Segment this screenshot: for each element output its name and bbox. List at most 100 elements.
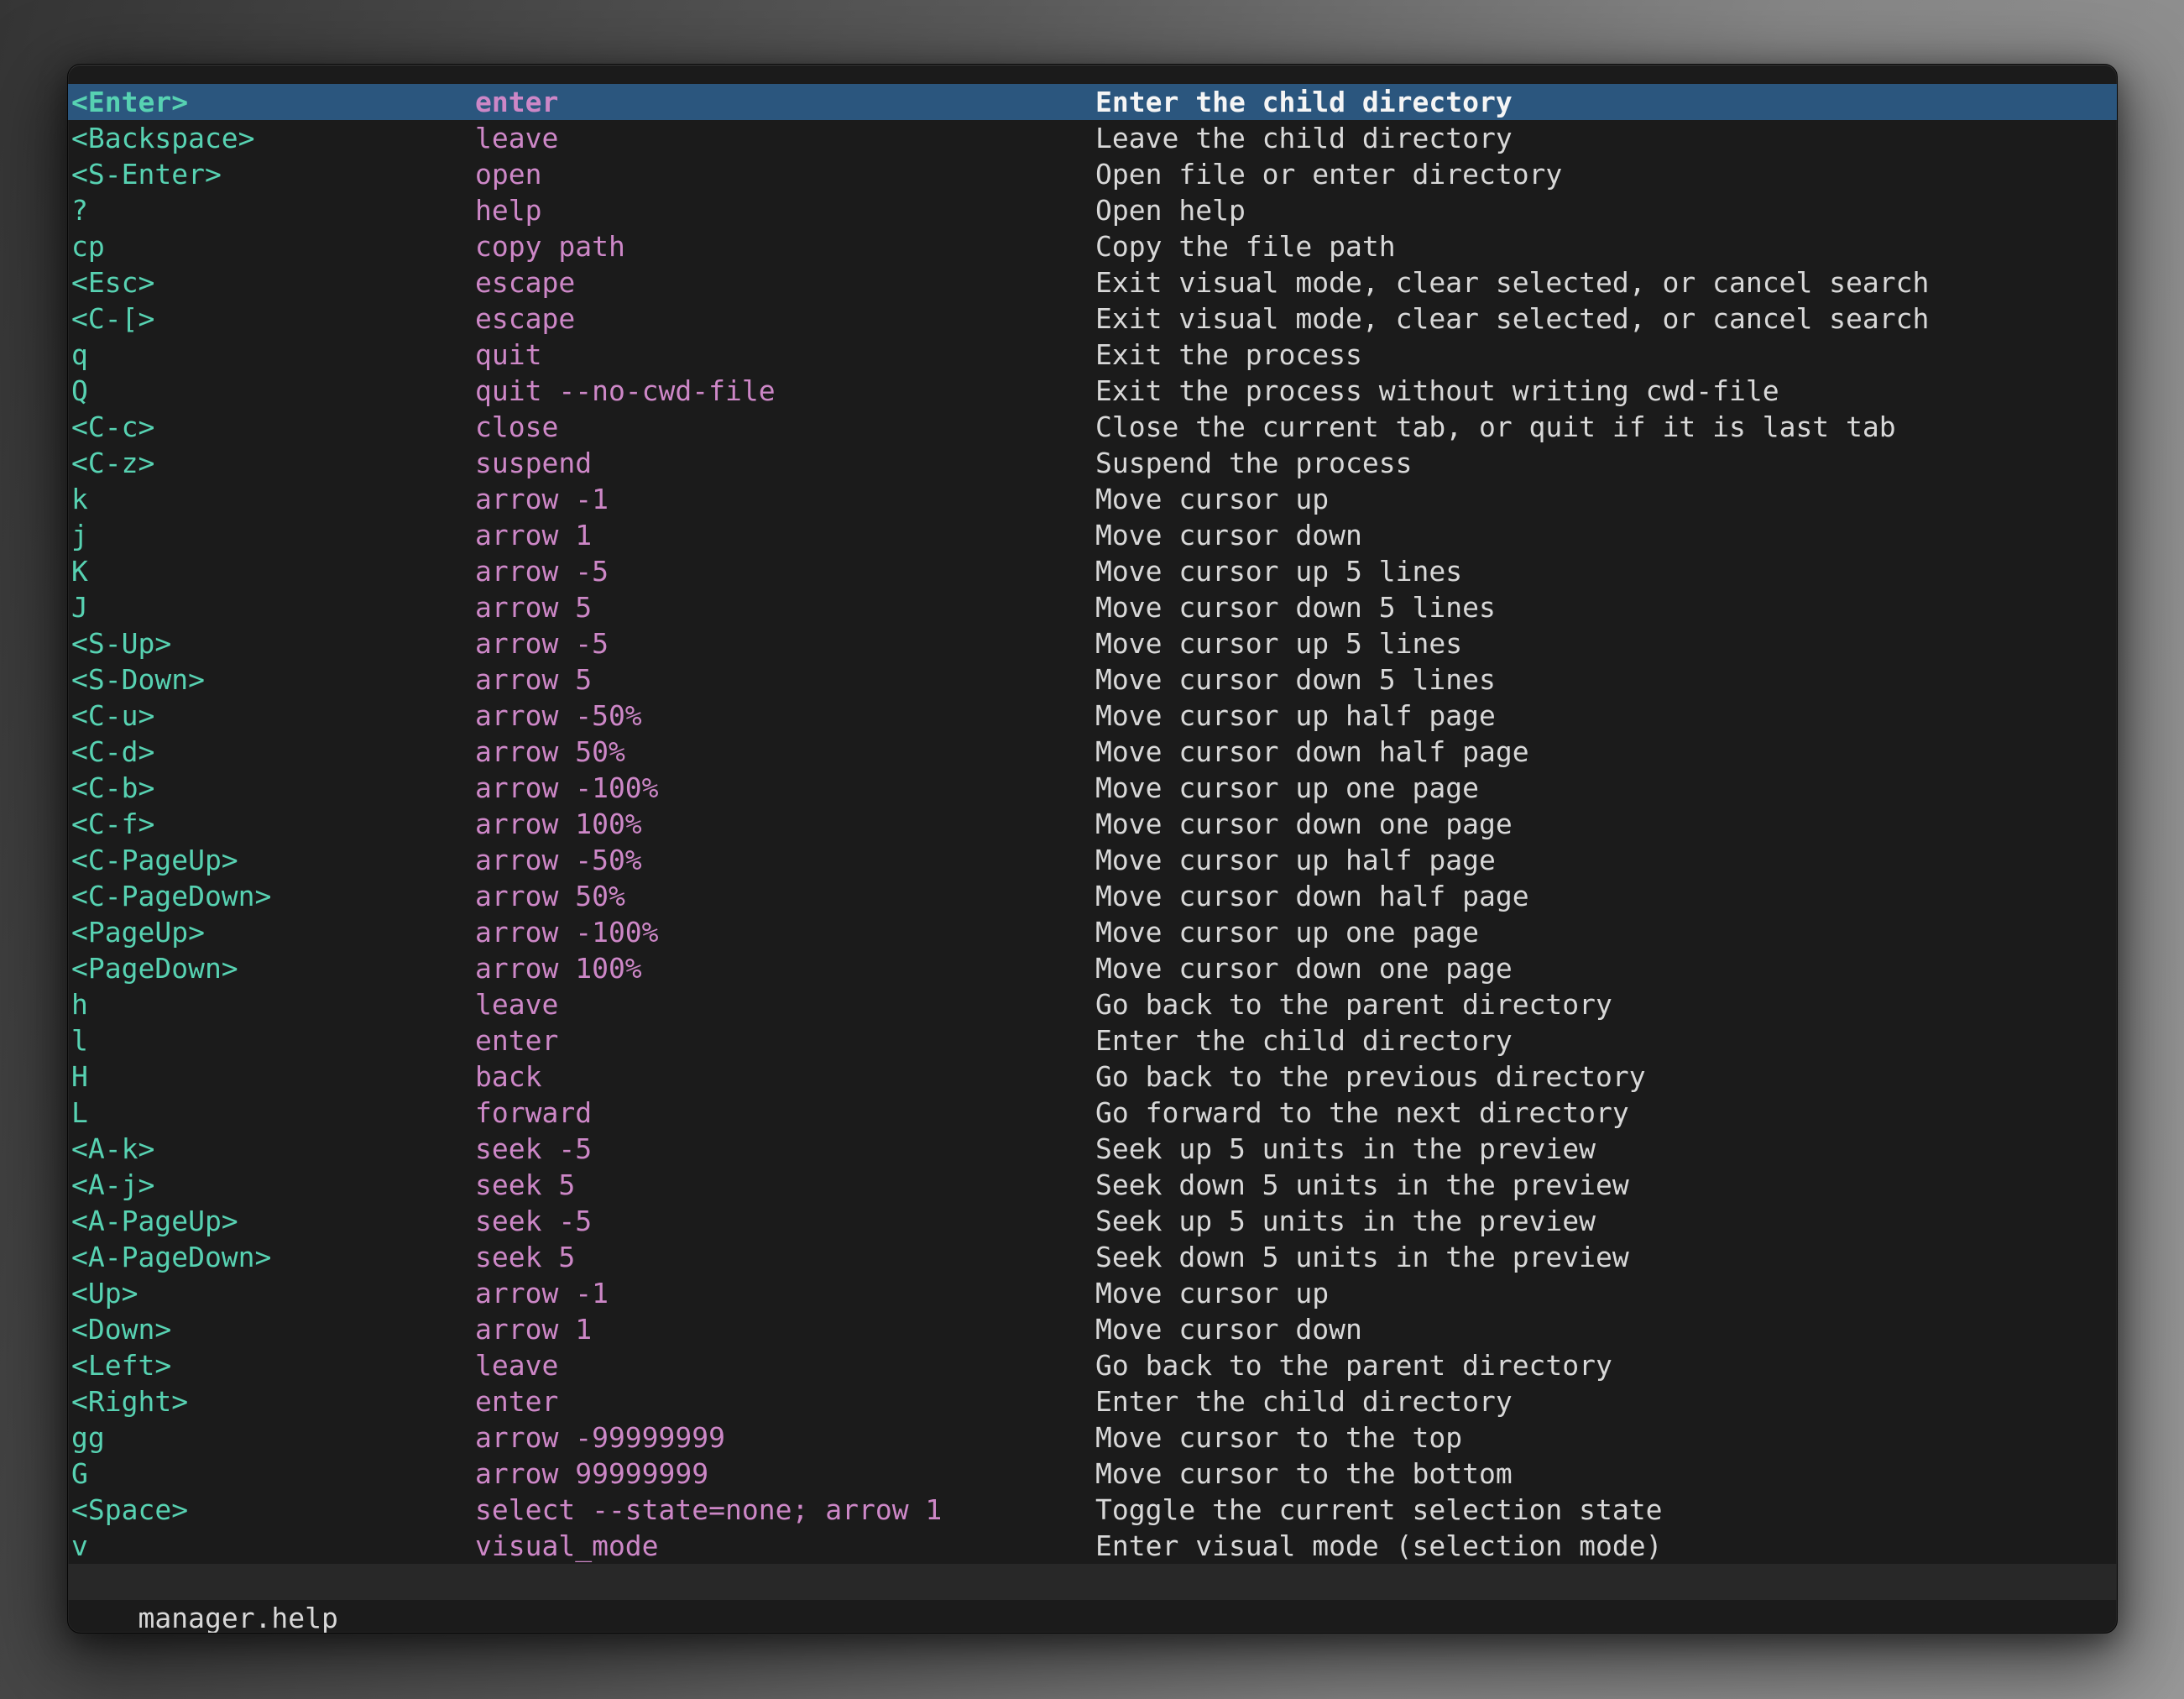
keybinding-row[interactable]: <Down> arrow 1 Move cursor down: [71, 1311, 2117, 1347]
description-cell: Move cursor to the top: [1095, 1419, 2117, 1456]
keybinding-row[interactable]: <C-[> escape Exit visual mode, clear sel…: [71, 301, 2117, 337]
keybinding-row[interactable]: q quit Exit the process: [71, 337, 2117, 373]
command-cell: quit --no-cwd-file: [475, 373, 1095, 409]
keybinding-row[interactable]: ? help Open help: [71, 192, 2117, 228]
description-cell: Move cursor up: [1095, 1275, 2117, 1311]
keybinding-row[interactable]: <Enter> enter Enter the child directory: [68, 84, 2117, 120]
description-cell: Exit visual mode, clear selected, or can…: [1095, 264, 2117, 301]
keybinding-row[interactable]: <Esc> escape Exit visual mode, clear sel…: [71, 264, 2117, 301]
keybinding-row[interactable]: <C-f> arrow 100% Move cursor down one pa…: [71, 806, 2117, 842]
keybinding-row[interactable]: h leave Go back to the parent directory: [71, 986, 2117, 1022]
keybinding-row[interactable]: <Right> enter Enter the child directory: [71, 1383, 2117, 1419]
description-cell: Go back to the previous directory: [1095, 1059, 2117, 1095]
key-cell: <C-f>: [71, 806, 475, 842]
description-cell: Move cursor to the bottom: [1095, 1456, 2117, 1492]
keybinding-row[interactable]: <S-Down> arrow 5 Move cursor down 5 line…: [71, 661, 2117, 698]
keybinding-row[interactable]: gg arrow -99999999 Move cursor to the to…: [71, 1419, 2117, 1456]
description-cell: Move cursor down 5 lines: [1095, 589, 2117, 625]
key-cell: <C-b>: [71, 770, 475, 806]
description-cell: Move cursor up half page: [1095, 842, 2117, 878]
keybinding-row[interactable]: <Space> select --state=none; arrow 1 Tog…: [71, 1492, 2117, 1528]
command-cell: arrow 1: [475, 517, 1095, 553]
key-cell: K: [71, 553, 475, 589]
keybinding-row[interactable]: j arrow 1 Move cursor down: [71, 517, 2117, 553]
keybinding-row[interactable]: <C-b> arrow -100% Move cursor up one pag…: [71, 770, 2117, 806]
keybinding-row[interactable]: <C-PageUp> arrow -50% Move cursor up hal…: [71, 842, 2117, 878]
command-cell: forward: [475, 1095, 1095, 1131]
keybinding-row[interactable]: <A-j> seek 5 Seek down 5 units in the pr…: [71, 1167, 2117, 1203]
keybinding-row[interactable]: <S-Enter> open Open file or enter direct…: [71, 156, 2117, 192]
keybinding-row[interactable]: K arrow -5 Move cursor up 5 lines: [71, 553, 2117, 589]
keybinding-row[interactable]: H back Go back to the previous directory: [71, 1059, 2117, 1095]
keybinding-row[interactable]: <S-Up> arrow -5 Move cursor up 5 lines: [71, 625, 2117, 661]
command-cell: arrow 100%: [475, 950, 1095, 986]
key-cell: <Esc>: [71, 264, 475, 301]
command-cell: quit: [475, 337, 1095, 373]
description-cell: Go back to the parent directory: [1095, 1347, 2117, 1383]
keybinding-row[interactable]: <C-u> arrow -50% Move cursor up half pag…: [71, 698, 2117, 734]
key-cell: <Backspace>: [71, 120, 475, 156]
command-cell: visual_mode: [475, 1528, 1095, 1564]
key-cell: <A-PageUp>: [71, 1203, 475, 1239]
command-cell: arrow 1: [475, 1311, 1095, 1347]
command-cell: copy path: [475, 228, 1095, 264]
command-cell: arrow -50%: [475, 842, 1095, 878]
description-cell: Exit visual mode, clear selected, or can…: [1095, 301, 2117, 337]
help-keybinding-list: <Enter> enter Enter the child directory …: [68, 65, 2117, 1564]
key-cell: <Space>: [71, 1492, 475, 1528]
command-cell: seek 5: [475, 1239, 1095, 1275]
command-cell: escape: [475, 301, 1095, 337]
command-cell: leave: [475, 120, 1095, 156]
description-cell: Move cursor up one page: [1095, 770, 2117, 806]
key-cell: H: [71, 1059, 475, 1095]
description-cell: Seek up 5 units in the preview: [1095, 1203, 2117, 1239]
command-cell: arrow 100%: [475, 806, 1095, 842]
keybinding-row[interactable]: <PageDown> arrow 100% Move cursor down o…: [71, 950, 2117, 986]
command-cell: enter: [475, 84, 1095, 120]
key-cell: q: [71, 337, 475, 373]
status-mode-label: manager.help: [138, 1602, 337, 1634]
key-cell: ?: [71, 192, 475, 228]
key-cell: <Up>: [71, 1275, 475, 1311]
description-cell: Enter visual mode (selection mode): [1095, 1528, 2117, 1564]
keybinding-row[interactable]: <C-c> close Close the current tab, or qu…: [71, 409, 2117, 445]
command-cell: open: [475, 156, 1095, 192]
description-cell: Exit the process: [1095, 337, 2117, 373]
key-cell: v: [71, 1528, 475, 1564]
command-cell: arrow 5: [475, 589, 1095, 625]
keybinding-row[interactable]: L forward Go forward to the next directo…: [71, 1095, 2117, 1131]
keybinding-row[interactable]: <A-k> seek -5 Seek up 5 units in the pre…: [71, 1131, 2117, 1167]
key-cell: <C-[>: [71, 301, 475, 337]
description-cell: Move cursor down: [1095, 1311, 2117, 1347]
keybinding-row[interactable]: Q quit --no-cwd-file Exit the process wi…: [71, 373, 2117, 409]
command-cell: seek -5: [475, 1131, 1095, 1167]
keybinding-row[interactable]: <A-PageUp> seek -5 Seek up 5 units in th…: [71, 1203, 2117, 1239]
keybinding-row[interactable]: <C-z> suspend Suspend the process: [71, 445, 2117, 481]
command-cell: escape: [475, 264, 1095, 301]
keybinding-row[interactable]: l enter Enter the child directory: [71, 1022, 2117, 1059]
keybinding-row[interactable]: k arrow -1 Move cursor up: [71, 481, 2117, 517]
key-cell: <C-PageUp>: [71, 842, 475, 878]
keybinding-row[interactable]: cp copy path Copy the file path: [71, 228, 2117, 264]
keybinding-row[interactable]: <Backspace> leave Leave the child direct…: [71, 120, 2117, 156]
keybinding-row[interactable]: v visual_mode Enter visual mode (selecti…: [71, 1528, 2117, 1564]
keybinding-row[interactable]: <PageUp> arrow -100% Move cursor up one …: [71, 914, 2117, 950]
description-cell: Move cursor down half page: [1095, 878, 2117, 914]
status-bar: manager.help: [68, 1564, 2117, 1600]
key-cell: k: [71, 481, 475, 517]
keybinding-row[interactable]: <Left> leave Go back to the parent direc…: [71, 1347, 2117, 1383]
key-cell: <Right>: [71, 1383, 475, 1419]
command-cell: enter: [475, 1022, 1095, 1059]
keybinding-row[interactable]: <Up> arrow -1 Move cursor up: [71, 1275, 2117, 1311]
key-cell: <C-d>: [71, 734, 475, 770]
key-cell: L: [71, 1095, 475, 1131]
keybinding-row[interactable]: <C-d> arrow 50% Move cursor down half pa…: [71, 734, 2117, 770]
description-cell: Toggle the current selection state: [1095, 1492, 2117, 1528]
keybinding-row[interactable]: J arrow 5 Move cursor down 5 lines: [71, 589, 2117, 625]
command-cell: arrow 5: [475, 661, 1095, 698]
key-cell: <Enter>: [71, 84, 475, 120]
key-cell: <A-PageDown>: [71, 1239, 475, 1275]
keybinding-row[interactable]: <A-PageDown> seek 5 Seek down 5 units in…: [71, 1239, 2117, 1275]
keybinding-row[interactable]: G arrow 99999999 Move cursor to the bott…: [71, 1456, 2117, 1492]
keybinding-row[interactable]: <C-PageDown> arrow 50% Move cursor down …: [71, 878, 2117, 914]
